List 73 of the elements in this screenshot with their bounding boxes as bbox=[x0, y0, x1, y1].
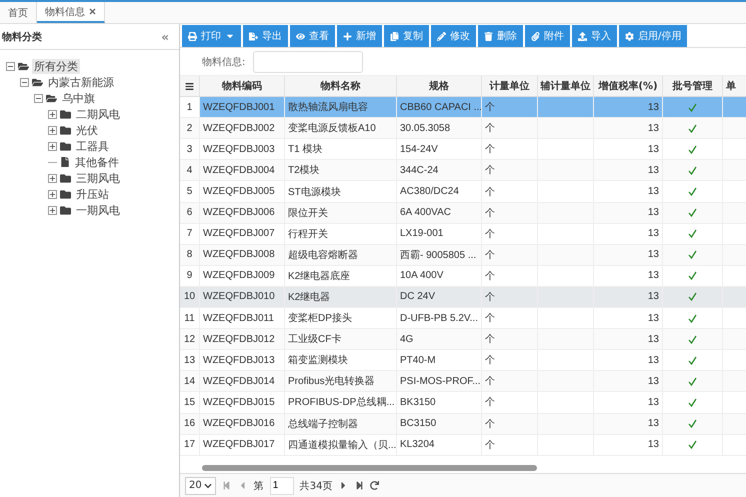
tab[interactable]: 物料信息 bbox=[37, 2, 105, 23]
panel-title: 物料分类 bbox=[2, 30, 42, 44]
folder-icon bbox=[60, 188, 71, 200]
tree-item[interactable]: 所有分类 bbox=[32, 58, 80, 74]
printer-icon bbox=[188, 32, 197, 40]
file-icon bbox=[60, 157, 70, 167]
tree-item[interactable]: 三期风电 bbox=[74, 170, 122, 186]
eye-icon bbox=[296, 32, 305, 40]
folder-icon bbox=[18, 60, 29, 72]
minus-box-icon[interactable] bbox=[20, 78, 29, 86]
plus-box-icon[interactable] bbox=[48, 190, 57, 198]
close-icon[interactable] bbox=[89, 8, 96, 15]
plus-box-icon[interactable] bbox=[48, 206, 57, 214]
collapse-button[interactable]: « bbox=[161, 30, 169, 44]
folder-icon bbox=[60, 204, 71, 216]
scrollbar[interactable] bbox=[202, 465, 537, 471]
column-header[interactable]: 增值税率(%) bbox=[594, 76, 663, 98]
table-cell: 个 bbox=[482, 97, 538, 118]
page-field[interactable]: 1 bbox=[270, 476, 294, 494]
tree-item[interactable]: 乌中旗 bbox=[60, 90, 97, 106]
plus-box-icon[interactable] bbox=[48, 142, 57, 150]
column-header[interactable]: 计量单位 bbox=[482, 76, 538, 98]
table-cell: WZEQFDBJ001 bbox=[200, 97, 285, 118]
table-cell: 13 bbox=[594, 97, 663, 118]
column-header[interactable]: 规格 bbox=[397, 76, 482, 98]
column-header[interactable]: 物料编码 bbox=[200, 76, 285, 98]
tree-item[interactable]: 光伏 bbox=[74, 122, 100, 138]
folder-icon bbox=[46, 92, 57, 104]
folder-icon bbox=[60, 124, 71, 136]
gear-icon bbox=[625, 32, 634, 40]
column-menu-icon[interactable] bbox=[180, 76, 200, 98]
table-cell: KL3204 bbox=[397, 434, 482, 456]
minus-box-icon[interactable] bbox=[34, 94, 43, 102]
search-label: 物料信息: bbox=[202, 56, 246, 68]
table-cell: 散热轴流风扇电容 bbox=[285, 97, 397, 118]
pencil-icon bbox=[437, 32, 446, 40]
column-header[interactable]: 辅计量单位 bbox=[538, 76, 594, 98]
table-cell: WZEQFDBJ017 bbox=[200, 434, 285, 456]
column-header[interactable]: 批号管理 bbox=[663, 76, 723, 98]
page-total: 共34页 bbox=[300, 480, 332, 492]
plus-icon bbox=[343, 32, 352, 40]
table-cell: 13 bbox=[594, 434, 663, 456]
search-field[interactable] bbox=[253, 50, 364, 72]
tree-item[interactable]: 升压站 bbox=[74, 186, 111, 202]
plus-box-icon[interactable] bbox=[48, 110, 57, 118]
row-number: 17 bbox=[180, 434, 200, 456]
folder-icon bbox=[32, 76, 43, 88]
refresh-icon[interactable] bbox=[370, 481, 380, 490]
tree-item[interactable]: 其他备件 bbox=[73, 154, 121, 170]
tree-item[interactable]: 一期风电 bbox=[74, 202, 122, 218]
table-cell: CBB60 CAPACI ... bbox=[397, 97, 482, 118]
document-icon bbox=[249, 32, 258, 40]
paperclip-icon bbox=[531, 32, 540, 40]
folder-icon bbox=[60, 140, 71, 152]
chevron-down-icon bbox=[204, 482, 212, 490]
page-size-value: 20 bbox=[189, 480, 202, 491]
table-cell: 四通道模拟量输入（贝... bbox=[285, 434, 397, 456]
minus-box-icon[interactable] bbox=[6, 62, 15, 70]
page-size-select[interactable]: 20 bbox=[185, 476, 216, 494]
trash-icon bbox=[484, 32, 493, 40]
tree-item[interactable]: 内蒙古新能源 bbox=[46, 74, 116, 90]
page-label: 第 bbox=[254, 480, 264, 492]
tree-item[interactable]: 二期风电 bbox=[74, 106, 122, 122]
folder-icon bbox=[60, 108, 71, 120]
tree-item[interactable]: 工器具 bbox=[74, 138, 111, 154]
upload-icon bbox=[578, 32, 587, 40]
plus-box-icon[interactable] bbox=[48, 174, 57, 182]
column-header[interactable]: 物料名称 bbox=[285, 76, 397, 98]
last-page-icon[interactable] bbox=[355, 481, 364, 490]
folder-icon bbox=[60, 172, 71, 184]
table-cell: 个 bbox=[482, 434, 538, 456]
copy-icon bbox=[390, 32, 399, 40]
plus-box-icon[interactable] bbox=[48, 126, 57, 134]
